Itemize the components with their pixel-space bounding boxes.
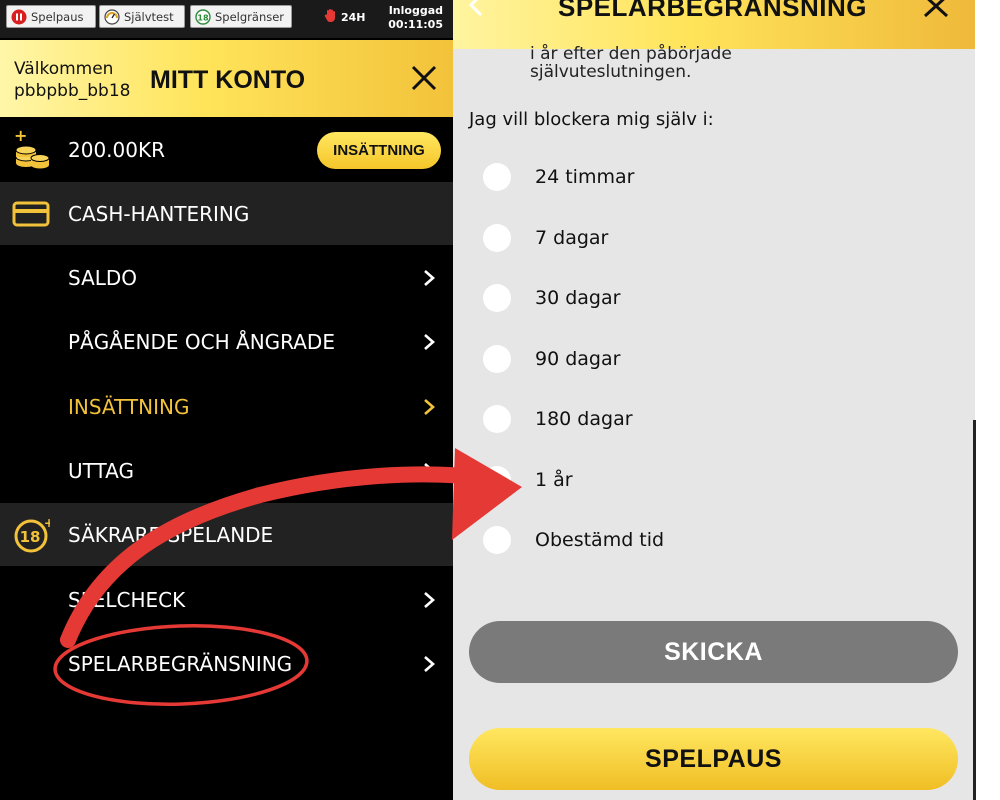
sjalvtest-topbar-button[interactable]: Självtest (99, 5, 185, 28)
option-label: 24 timmar (535, 166, 635, 188)
close-account-button[interactable] (408, 62, 440, 94)
svg-text:18: 18 (197, 13, 209, 22)
menu-item-deposit[interactable]: INSÄTTNING (0, 374, 453, 438)
svg-text:18: 18 (20, 528, 41, 546)
welcome-text: Välkommen (14, 59, 114, 79)
option-label: 7 dagar (535, 227, 609, 249)
description-text-line1: i år efter den påbörjade (530, 44, 732, 64)
menu-item-label: SPELCHECK (68, 588, 186, 612)
balance-amount: 200.00KR (68, 138, 165, 162)
option-indefinite[interactable]: Obestämd tid (483, 525, 664, 555)
responsible-gaming-topbar: Spelpaus Självtest 18 Spelgränser 24H In… (0, 0, 453, 38)
option-label: 90 dagar (535, 348, 621, 370)
chevron-right-icon (424, 399, 435, 415)
section-cash-label: CASH-HANTERING (68, 202, 250, 226)
menu-item-pending[interactable]: PÅGÅENDE OCH ÅNGRADE (0, 309, 453, 373)
chevron-left-icon (468, 0, 483, 17)
option-90-days[interactable]: 90 dagar (483, 344, 620, 374)
option-label: 180 dagar (535, 408, 633, 430)
spelgranser-topbar-button[interactable]: 18 Spelgränser (190, 5, 292, 28)
option-label: Obestämd tid (535, 529, 665, 551)
balance-row: + 200.00KR INSÄTTNING (0, 117, 453, 181)
login-status-label: Inloggad (388, 4, 443, 17)
wallet-card-icon (12, 196, 50, 232)
section-safer-gambling: 18 + SÄKRARE SPELANDE (0, 503, 453, 566)
option-7-days[interactable]: 7 dagar (483, 223, 608, 253)
description-text-line2: självuteslutningen. (530, 62, 692, 82)
self-exclusion-title: SPELARBEGRÄNSNING (558, 0, 867, 22)
option-label: 1 år (535, 469, 573, 491)
menu-item-label: PÅGÅENDE OCH ÅNGRADE (68, 330, 335, 354)
svg-text:+: + (14, 127, 27, 145)
menu-item-spelcheck[interactable]: SPELCHECK (0, 567, 453, 631)
option-180-days[interactable]: 180 dagar (483, 404, 633, 434)
self-exclusion-panel: SPELARBEGRÄNSNING i år efter den påbörja… (453, 0, 975, 800)
hand-icon (324, 8, 338, 26)
pause-icon (11, 9, 27, 25)
scrollbar-track[interactable] (973, 420, 976, 800)
submit-button[interactable]: SKICKA (469, 621, 958, 683)
spelgranser-topbar-label: Spelgränser (215, 9, 285, 24)
back-button[interactable] (467, 0, 485, 17)
menu-item-label: SPELARBEGRÄNSNING (68, 652, 293, 676)
account-header: Välkommen pbbpbb_bb18 MITT KONTO (0, 40, 453, 117)
option-30-days[interactable]: 30 dagar (483, 283, 620, 313)
spelpaus-topbar-button[interactable]: Spelpaus (6, 5, 96, 28)
coins-icon: + (12, 126, 52, 175)
welcome-block: Välkommen pbbpbb_bb18 (14, 58, 130, 102)
account-menu-panel: Spelpaus Självtest 18 Spelgränser 24H In… (0, 0, 453, 800)
self-exclusion-header: SPELARBEGRÄNSNING (453, 0, 975, 49)
option-24-hours[interactable]: 24 timmar (483, 162, 634, 192)
time-limit-indicator[interactable]: 24H (324, 8, 366, 26)
session-timer: 00:11:05 (388, 18, 443, 31)
menu-item-label: INSÄTTNING (68, 395, 190, 419)
menu-item-label: SALDO (68, 266, 138, 290)
close-icon (411, 65, 437, 91)
menu-item-saldo[interactable]: SALDO (0, 245, 453, 309)
radio-button[interactable] (483, 284, 511, 312)
close-icon (923, 0, 949, 18)
chevron-right-icon (424, 656, 435, 672)
chevron-right-icon (424, 334, 435, 350)
menu-item-withdraw[interactable]: UTTAG (0, 438, 453, 502)
option-label: 30 dagar (535, 287, 621, 309)
radio-button[interactable] (483, 345, 511, 373)
section-cash-management: CASH-HANTERING (0, 182, 453, 245)
right-edge-strip (975, 0, 1000, 800)
deposit-button[interactable]: INSÄTTNING (317, 132, 441, 169)
limits-icon: 18 (195, 8, 211, 25)
menu-item-label: UTTAG (68, 459, 134, 483)
radio-button[interactable] (483, 163, 511, 191)
username: pbbpbb_bb18 (14, 81, 131, 101)
age-18-icon: 18 + (12, 516, 54, 553)
radio-button[interactable] (483, 224, 511, 252)
chevron-right-icon (424, 463, 435, 479)
close-panel-button[interactable] (923, 0, 949, 20)
menu-item-spelarbegransning[interactable]: SPELARBEGRÄNSNING (0, 631, 453, 695)
spelpaus-topbar-label: Spelpaus (31, 9, 84, 24)
account-title: MITT KONTO (150, 66, 306, 94)
section-safer-label: SÄKRARE SPELANDE (68, 523, 274, 547)
spelpaus-button[interactable]: SPELPAUS (469, 728, 958, 790)
option-1-year[interactable]: 1 år (483, 465, 573, 495)
radio-button[interactable] (483, 405, 511, 433)
block-prompt: Jag vill blockera mig själv i: (469, 109, 714, 130)
radio-button[interactable] (483, 466, 511, 494)
svg-text:+: + (44, 517, 50, 530)
session-info: Inloggad 00:11:05 (388, 4, 443, 32)
time-limit-label: 24H (341, 10, 366, 24)
sjalvtest-topbar-label: Självtest (124, 9, 174, 24)
chevron-right-icon (424, 592, 435, 608)
gauge-icon (104, 8, 120, 25)
radio-button[interactable] (483, 526, 511, 554)
chevron-right-icon (424, 270, 435, 286)
